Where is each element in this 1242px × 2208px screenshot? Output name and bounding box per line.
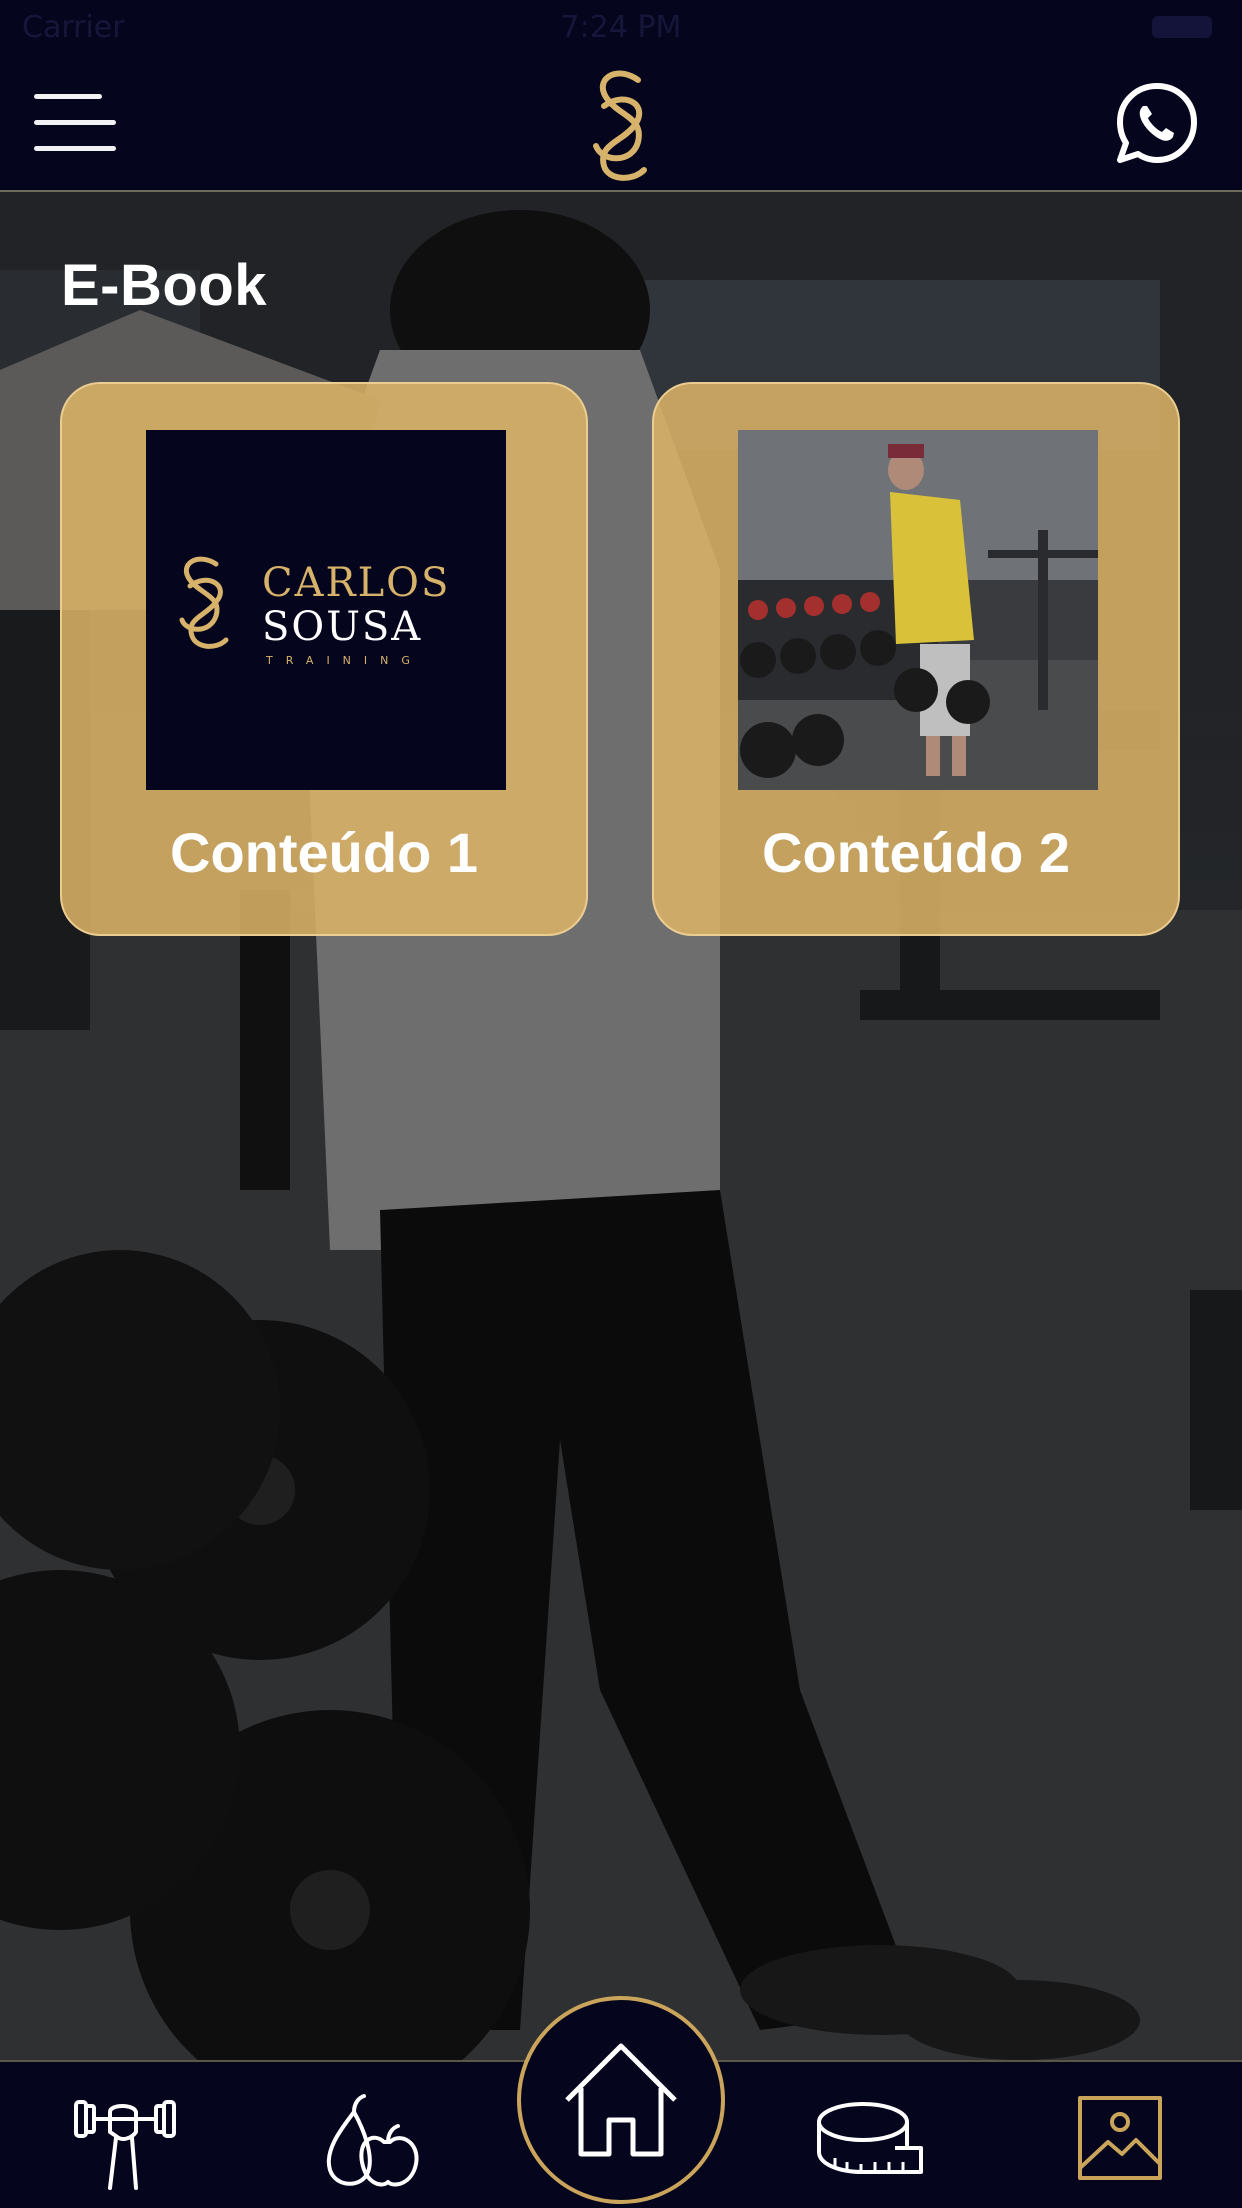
thumb-brand-line3: TRAINING	[265, 654, 423, 667]
menu-icon-line	[34, 120, 116, 125]
status-bar: Carrier 7:24 PM	[0, 0, 1242, 56]
menu-icon-line	[34, 94, 102, 99]
battery-icon	[1152, 16, 1212, 38]
app-root: Carrier 7:24 PM E-Book CARLOS SOUSA TRAI…	[0, 0, 1242, 2208]
menu-button[interactable]	[34, 94, 116, 152]
card-label: Conteúdo 2	[762, 821, 1070, 884]
card-thumbnail-brand: CARLOS SOUSA TRAINING	[146, 430, 506, 790]
card-thumbnail-photo	[738, 430, 1098, 790]
gallery-icon	[1078, 2096, 1162, 2180]
page-title: E-Book	[61, 253, 267, 318]
nav-home[interactable]	[517, 1996, 725, 2204]
nav-gallery[interactable]	[1066, 2092, 1176, 2192]
card-label: Conteúdo 1	[170, 821, 478, 884]
nav-measurements[interactable]	[815, 2092, 925, 2192]
measurements-icon	[817, 2102, 923, 2174]
brand-logo-icon	[593, 70, 647, 181]
thumb-brand-line2: SOUSA	[262, 604, 422, 650]
whatsapp-button[interactable]	[1114, 80, 1200, 166]
whatsapp-icon	[1117, 83, 1197, 163]
workout-icon	[74, 2100, 176, 2190]
app-header	[0, 56, 1242, 192]
content-card-2[interactable]: Conteúdo 2	[652, 382, 1180, 936]
home-icon	[565, 2043, 677, 2157]
nutrition-icon	[326, 2094, 419, 2187]
status-time: 7:24 PM	[560, 10, 682, 45]
menu-icon-line	[34, 146, 116, 151]
thumb-brand-line1: CARLOS	[262, 560, 450, 606]
nav-workout[interactable]	[70, 2092, 180, 2192]
content-card-1[interactable]: CARLOS SOUSA TRAINING Conteúdo 1	[60, 382, 588, 936]
nav-nutrition[interactable]	[318, 2092, 428, 2192]
brand-logo-icon	[179, 556, 229, 649]
